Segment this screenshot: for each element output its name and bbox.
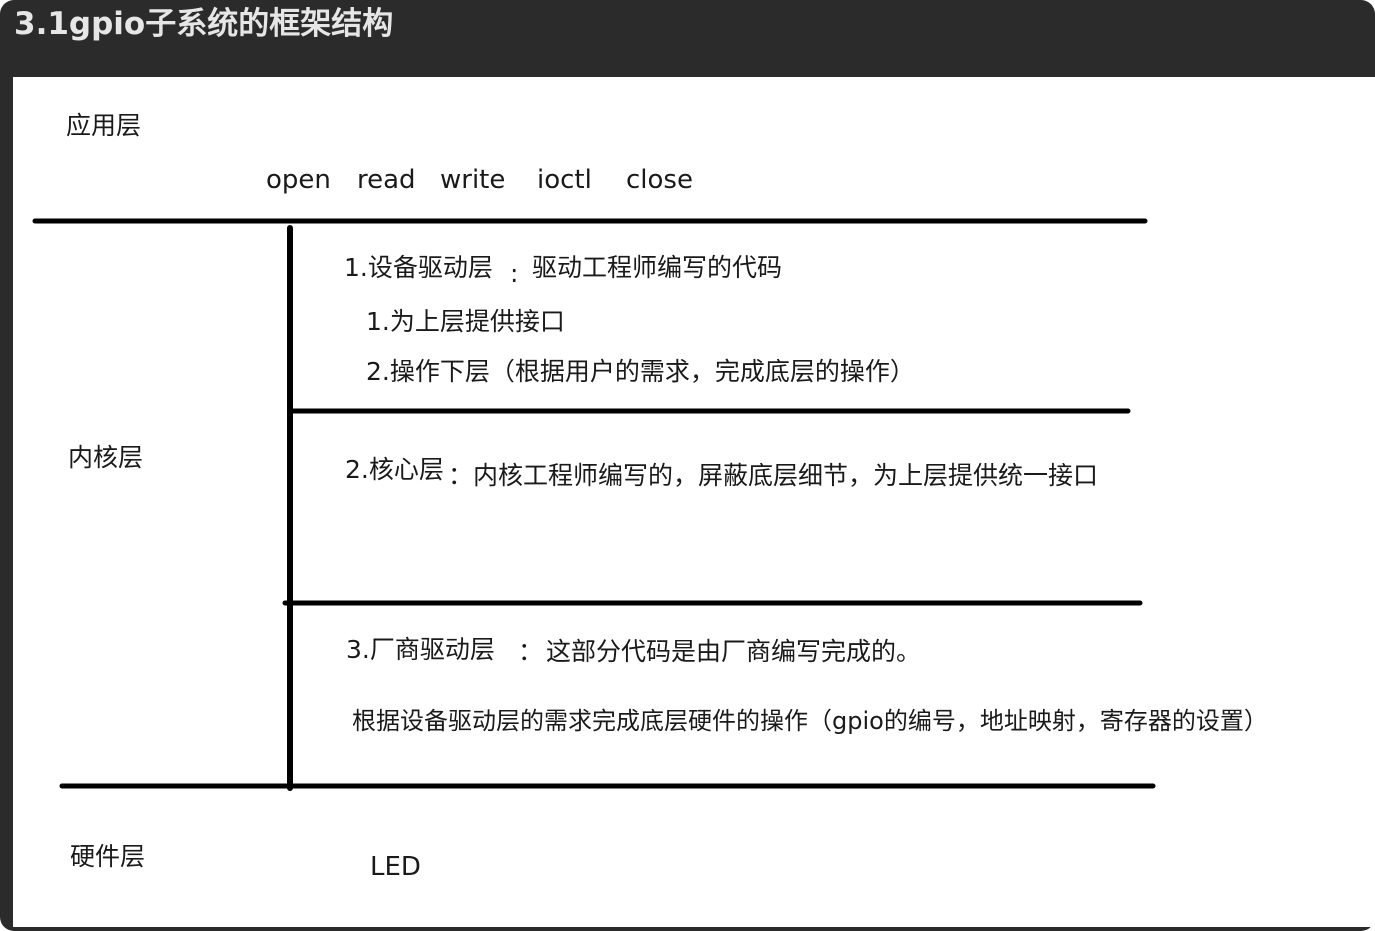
app-call-ioctl: ioctl [537,165,592,195]
device-driver-point-1: 1.为上层提供接口 [366,307,565,336]
core-heading: 2.核心层 [345,455,444,484]
device-driver-point-2: 2.操作下层（根据用户的需求，完成底层的操作） [366,357,915,386]
app-call-open: open [266,165,331,195]
hardware-item-led: LED [370,852,421,882]
layer-label-hardware: 硬件层 [70,842,146,871]
device-driver-separator: : [510,259,519,288]
vendor-description: 这部分代码是由厂商编写完成的。 [546,637,922,666]
app-call-write: write [440,165,506,195]
app-call-close: close [626,165,693,195]
vendor-detail: 根据设备驱动层的需求完成底层硬件的操作（gpio的编号，地址映射，寄存器的设置） [352,707,1268,735]
layer-label-application: 应用层 [66,111,142,140]
vendor-separator: ： [518,637,544,666]
device-driver-description: 驱动工程师编写的代码 [532,253,783,282]
app-call-read: read [357,165,416,195]
vendor-heading: 3.厂商驱动层 [346,635,495,664]
device-driver-heading: 1.设备驱动层 [344,253,493,282]
layer-label-kernel: 内核层 [68,443,144,472]
core-description: ：内核工程师编写的，屏蔽底层细节，为上层提供统一接口 [448,461,1099,490]
